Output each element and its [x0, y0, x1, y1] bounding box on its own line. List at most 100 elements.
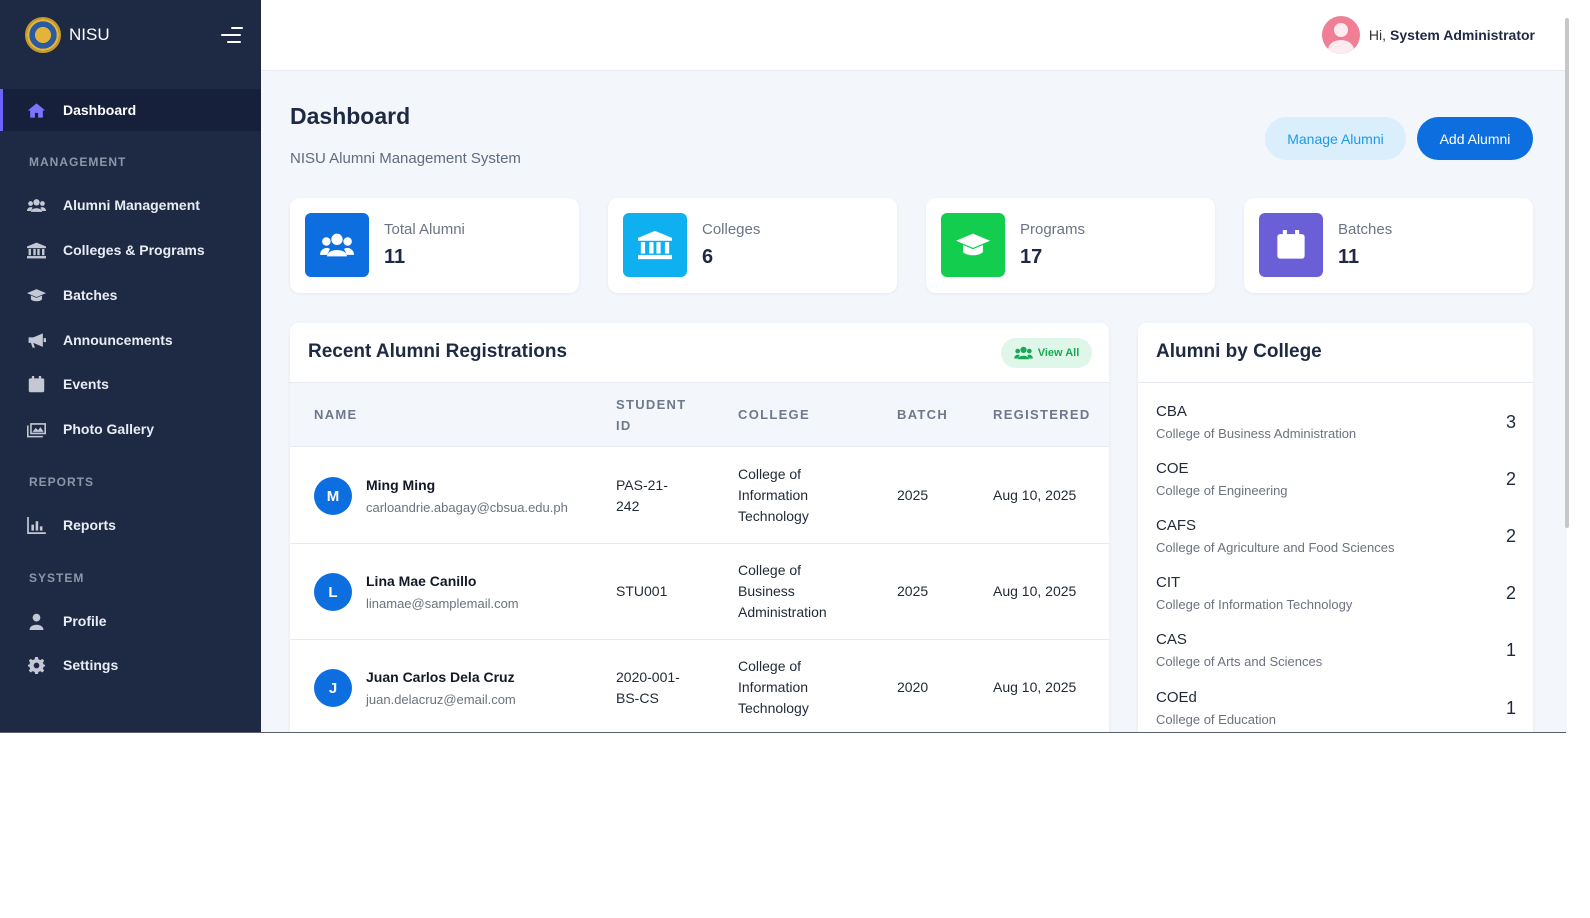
sidebar-item-photo-gallery[interactable]: Photo Gallery: [0, 408, 261, 450]
college-count: 3: [1505, 412, 1516, 432]
table-row[interactable]: J Juan Carlos Dela Cruz juan.delacruz@em…: [290, 640, 1109, 733]
student-id-line: PAS-21-: [616, 477, 668, 493]
column-header-line: ID: [616, 418, 632, 433]
college-count: 1: [1505, 698, 1516, 718]
user-name: System Administrator: [1390, 27, 1535, 43]
college-line: College of: [738, 562, 802, 578]
institution-icon: [623, 213, 687, 277]
nisu-logo-icon: [25, 17, 61, 53]
sidebar-item-colleges-programs[interactable]: Colleges & Programs: [0, 229, 261, 271]
sidebar-item-dashboard[interactable]: Dashboard: [0, 89, 261, 131]
menu-toggle-icon[interactable]: [221, 27, 243, 43]
table-row[interactable]: M Ming Ming carloandrie.abagay@cbsua.edu…: [290, 448, 1109, 544]
student-id: STU001: [616, 583, 668, 599]
sidebar: NISU Dashboard MANAGEMENT Alumni Managem…: [0, 0, 261, 733]
user-icon: [26, 612, 46, 630]
sidebar-item-announcements[interactable]: Announcements: [0, 319, 261, 361]
bar-chart-icon: [26, 516, 46, 534]
registered-date: Aug 10, 2025: [993, 583, 1077, 599]
graduation-cap-icon: [941, 213, 1005, 277]
sidebar-item-batches[interactable]: Batches: [0, 274, 261, 316]
college-line: Information: [738, 487, 809, 503]
sidebar-item-alumni-management[interactable]: Alumni Management: [0, 184, 261, 226]
card-title: Recent Alumni Registrations: [308, 341, 568, 362]
sidebar-item-label: Reports: [63, 517, 116, 533]
stat-value: 17: [1020, 246, 1043, 268]
avatar: M: [314, 477, 352, 515]
student-id-line: 2020-001-: [616, 669, 680, 685]
sidebar-item-label: Announcements: [63, 332, 173, 348]
college-count: 1: [1505, 640, 1516, 660]
column-header-college[interactable]: COLLEGE: [738, 404, 810, 425]
stat-label: Total Alumni: [384, 221, 465, 238]
college-name: College of Agriculture and Food Sciences: [1156, 540, 1395, 555]
college-line: Technology: [738, 700, 809, 716]
college: College of Business Administration: [738, 560, 827, 623]
column-header-line: STUDENT: [616, 397, 687, 412]
column-header-registered[interactable]: REGISTERED: [993, 404, 1091, 425]
brand-name: NISU: [69, 25, 110, 44]
sidebar-item-label: Alumni Management: [63, 197, 200, 213]
main-content: Dashboard NISU Alumni Management System …: [261, 71, 1567, 733]
graduation-cap-icon: [26, 286, 46, 304]
alumni-by-college-card: Alumni by College CBA College of Busines…: [1138, 323, 1533, 733]
avatar: [1321, 16, 1360, 54]
sidebar-item-profile[interactable]: Profile: [0, 600, 261, 642]
user-menu[interactable]: Hi, System Administrator: [1321, 16, 1535, 54]
avatar: J: [314, 669, 352, 707]
sidebar-item-settings[interactable]: Settings: [0, 644, 261, 686]
add-alumni-button[interactable]: Add Alumni: [1417, 117, 1533, 160]
college-name: College of Information Technology: [1156, 597, 1353, 612]
megaphone-icon: [26, 331, 46, 349]
batch: 2025: [897, 583, 929, 599]
alumni-name: Juan Carlos Dela Cruz: [366, 669, 515, 685]
stat-card-batches: Batches 11: [1244, 198, 1533, 293]
greeting: Hi,: [1368, 27, 1387, 43]
college-line: College of: [738, 466, 802, 482]
stat-label: Colleges: [702, 221, 761, 238]
college-abbr: CIT: [1156, 574, 1181, 591]
calendar-icon: [1259, 213, 1323, 277]
stat-label: Batches: [1338, 221, 1393, 238]
college-name: College of Education: [1156, 712, 1276, 727]
student-id-line: BS-CS: [616, 690, 659, 706]
view-all-button[interactable]: View All: [1001, 338, 1092, 368]
images-icon: [26, 420, 46, 438]
alumni-name: Ming Ming: [366, 477, 436, 493]
window-bottom-edge: [0, 732, 1566, 733]
app-window: NISU Dashboard MANAGEMENT Alumni Managem…: [0, 0, 1590, 733]
column-header-name[interactable]: NAME: [314, 404, 357, 425]
users-icon: [305, 213, 369, 277]
stat-value: 11: [1338, 246, 1360, 268]
college-abbr: COEd: [1156, 689, 1197, 706]
registered-date: Aug 10, 2025: [993, 679, 1077, 695]
users-icon: [26, 196, 46, 214]
alumni-email: linamae@samplemail.com: [366, 596, 519, 611]
top-bar: Hi, System Administrator: [261, 0, 1567, 71]
student-id: PAS-21- 242: [616, 475, 668, 517]
student-id: 2020-001- BS-CS: [616, 667, 680, 709]
table-row[interactable]: L Lina Mae Canillo linamae@samplemail.co…: [290, 544, 1109, 640]
sidebar-item-label: Profile: [63, 613, 107, 629]
sidebar-item-reports[interactable]: Reports: [0, 504, 261, 546]
users-icon: [1013, 346, 1033, 360]
college-count: 2: [1505, 526, 1516, 546]
college-line: College of: [738, 658, 802, 674]
sidebar-item-events[interactable]: Events: [0, 363, 261, 405]
gear-icon: [26, 656, 46, 674]
manage-alumni-button[interactable]: Manage Alumni: [1265, 117, 1406, 160]
college-name: College of Engineering: [1156, 483, 1288, 498]
scrollbar-thumb[interactable]: [1565, 18, 1569, 528]
card-title: Alumni by College: [1156, 341, 1322, 362]
alumni-email: carloandrie.abagay@cbsua.edu.ph: [366, 500, 568, 515]
stat-card-programs: Programs 17: [926, 198, 1215, 293]
column-header-batch[interactable]: BATCH: [897, 404, 948, 425]
college-list-item: COE College of Engineering: [1156, 460, 1516, 498]
sidebar-item-label: Colleges & Programs: [63, 242, 205, 258]
scrollbar-track[interactable]: [1567, 0, 1590, 733]
column-header-student-id[interactable]: STUDENT ID: [616, 394, 687, 436]
college-list-item: CIT College of Information Technology: [1156, 574, 1516, 612]
alumni-name: Lina Mae Canillo: [366, 573, 477, 589]
sidebar-item-label: Photo Gallery: [63, 421, 155, 437]
sidebar-item-label: Dashboard: [63, 102, 137, 118]
